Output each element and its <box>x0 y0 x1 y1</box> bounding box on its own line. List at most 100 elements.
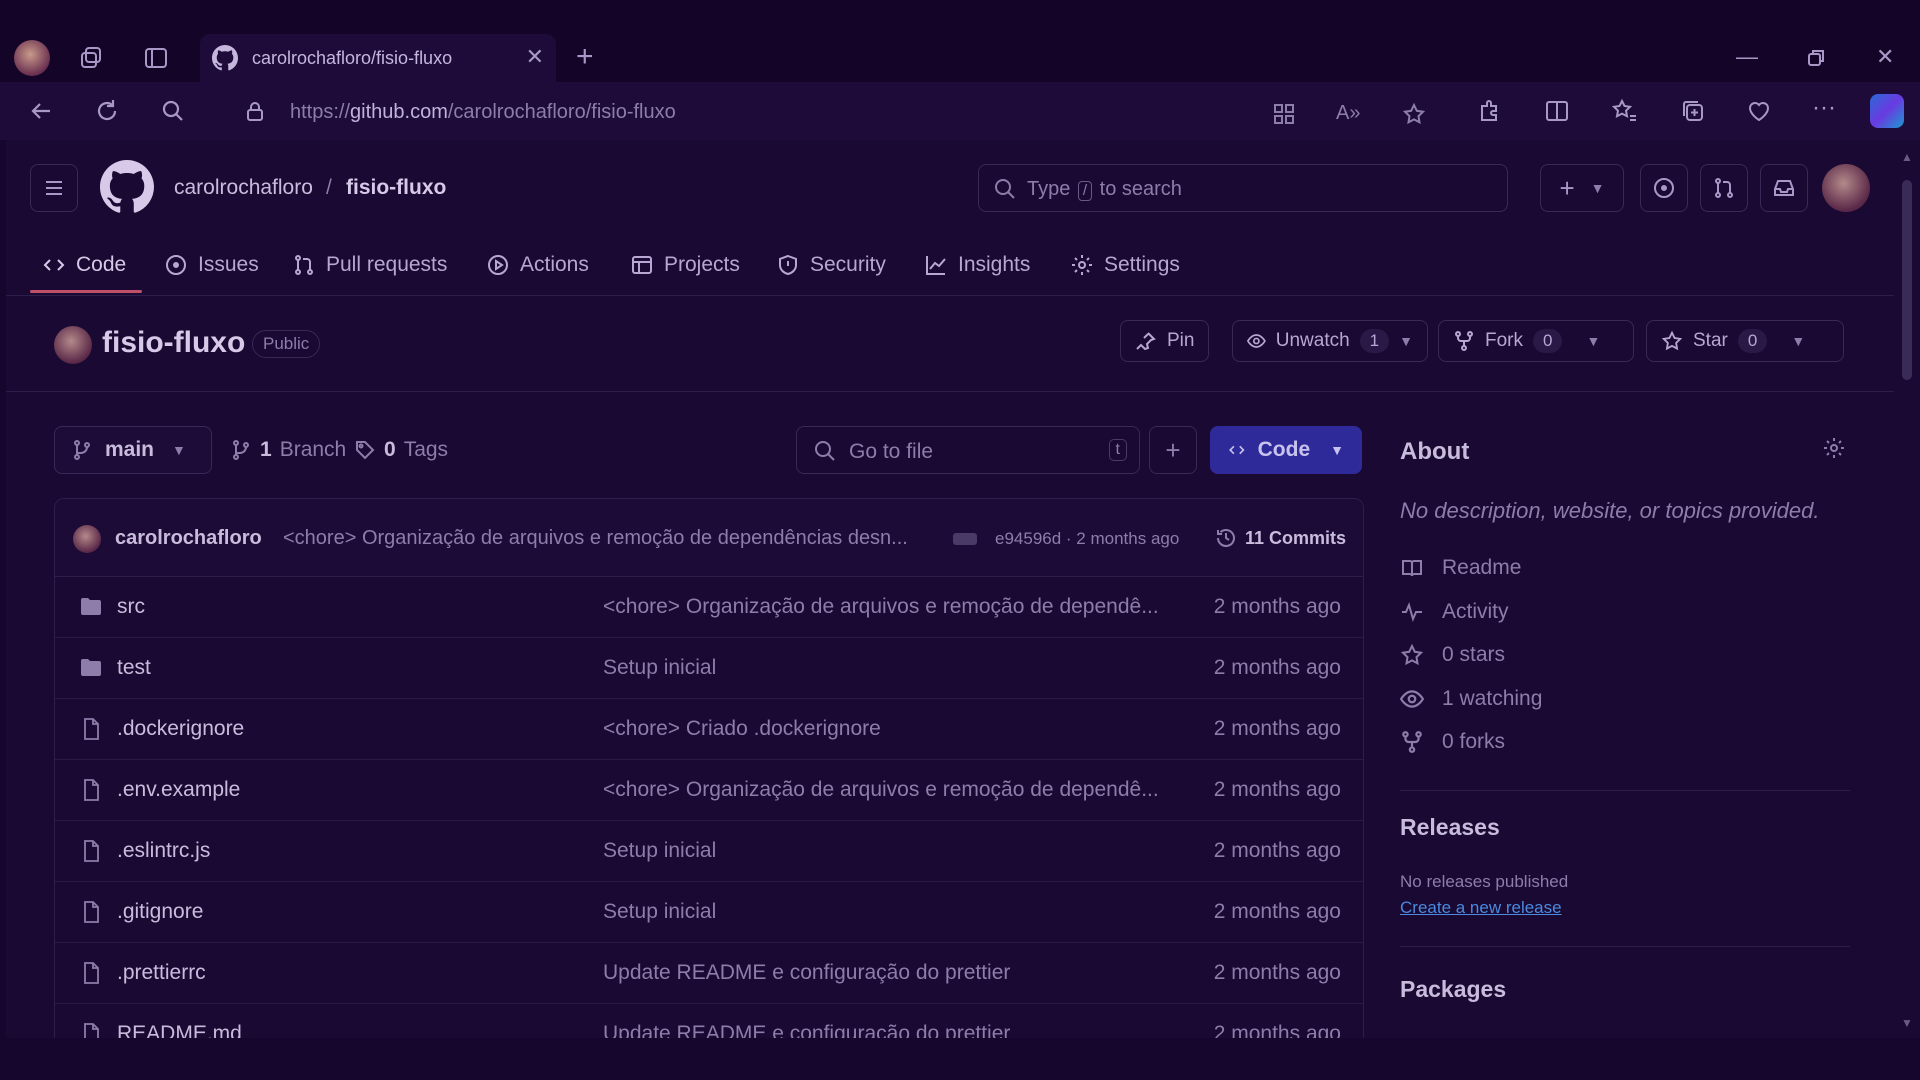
commit-sha-time[interactable]: e94596d · 2 months ago <box>995 529 1179 549</box>
favorite-star-icon[interactable] <box>1402 102 1426 126</box>
extensions-icon[interactable] <box>1474 96 1504 126</box>
profile-avatar[interactable] <box>14 40 50 76</box>
gear-icon <box>1072 255 1092 275</box>
forks-link[interactable]: 0 forks <box>1400 730 1505 754</box>
file-commit-message[interactable]: <chore> Organização de arquivos e remoçã… <box>603 778 1165 802</box>
file-commit-message[interactable]: <chore> Organização de arquivos e remoçã… <box>603 595 1165 619</box>
branch-selector[interactable]: main ▼ <box>54 426 212 474</box>
commit-author[interactable]: carolrochafloro <box>115 527 262 550</box>
search-icon[interactable] <box>158 96 188 126</box>
page-scrollbar[interactable]: ▲ ▼ <box>1894 140 1920 1038</box>
readme-link[interactable]: Readme <box>1400 556 1521 580</box>
file-name[interactable]: .eslintrc.js <box>117 839 210 863</box>
eye-icon <box>1247 334 1266 348</box>
file-name[interactable]: .dockerignore <box>117 717 244 741</box>
create-release-link[interactable]: Create a new release <box>1400 898 1562 918</box>
file-icon <box>79 1022 103 1038</box>
file-commit-message[interactable]: Setup inicial <box>603 839 1165 863</box>
user-avatar[interactable] <box>1822 164 1870 212</box>
fork-button[interactable]: Fork 0 ▼ <box>1438 320 1634 362</box>
tab-issues[interactable]: Issues <box>164 236 259 294</box>
file-commit-message[interactable]: Update README e configuração do prettier <box>603 961 1165 985</box>
refresh-icon[interactable] <box>92 96 122 126</box>
scroll-up-icon[interactable]: ▲ <box>1901 150 1913 164</box>
favorites-icon[interactable] <box>1610 96 1640 126</box>
file-name[interactable]: README.md <box>117 1022 242 1038</box>
app-available-icon[interactable] <box>1272 102 1296 126</box>
tags-link[interactable]: 0 Tags <box>354 438 448 462</box>
inbox-button[interactable] <box>1760 164 1808 212</box>
browser-tab[interactable]: carolrochafloro/fisio-fluxo ✕ <box>200 34 556 82</box>
file-commit-message[interactable]: Setup inicial <box>603 900 1165 924</box>
github-favicon-icon <box>212 45 238 71</box>
file-row[interactable]: src <chore> Organização de arquivos e rem… <box>55 577 1363 638</box>
file-name[interactable]: .env.example <box>117 778 240 802</box>
tab-actions[interactable]: Actions <box>486 236 589 294</box>
search-input[interactable]: Type / to search <box>978 164 1508 212</box>
breadcrumb-repo[interactable]: fisio-fluxo <box>346 176 446 200</box>
stars-link[interactable]: 0 stars <box>1400 643 1505 667</box>
unwatch-button[interactable]: Unwatch 1 ▼ <box>1232 320 1428 362</box>
expand-commit-message-icon[interactable] <box>953 533 977 545</box>
file-row[interactable]: .eslintrc.js Setup inicial 2 months ago <box>55 821 1363 882</box>
collections-icon[interactable] <box>1678 96 1708 126</box>
close-window-icon[interactable]: ✕ <box>1876 44 1894 70</box>
address-bar[interactable]: https://github.com/carolrochafloro/fisio… <box>220 88 1490 134</box>
file-name[interactable]: test <box>117 656 151 680</box>
repo-name[interactable]: fisio-fluxo <box>102 326 245 360</box>
tab-settings[interactable]: Settings <box>1070 236 1180 294</box>
tab-projects[interactable]: Projects <box>630 236 740 294</box>
file-row[interactable]: test Setup inicial 2 months ago <box>55 638 1363 699</box>
file-row[interactable]: .env.example <chore> Organização de arqui… <box>55 760 1363 821</box>
menu-button[interactable] <box>30 164 78 212</box>
file-commit-message[interactable]: Update README e configuração do prettier <box>603 1022 1165 1038</box>
releases-heading[interactable]: Releases <box>1400 814 1500 841</box>
watching-link[interactable]: 1 watching <box>1400 687 1542 711</box>
pull-requests-button[interactable] <box>1700 164 1748 212</box>
create-new-button[interactable]: + ▼ <box>1540 164 1624 212</box>
branch-icon <box>233 440 249 460</box>
read-aloud-icon[interactable]: A» <box>1336 102 1360 125</box>
activity-link[interactable]: Activity <box>1400 600 1509 624</box>
scroll-down-icon[interactable]: ▼ <box>1901 1016 1913 1030</box>
issues-button[interactable] <box>1640 164 1688 212</box>
commit-author-avatar[interactable] <box>73 525 101 553</box>
file-commit-message[interactable]: Setup inicial <box>603 656 1165 680</box>
add-file-button[interactable]: + <box>1149 426 1197 474</box>
split-screen-icon[interactable] <box>1542 96 1572 126</box>
packages-heading[interactable]: Packages <box>1400 976 1506 1003</box>
file-name[interactable]: src <box>117 595 145 619</box>
file-row[interactable]: .prettierrc Update README e configuração … <box>55 943 1363 1004</box>
tab-pull-requests[interactable]: Pull requests <box>292 236 447 294</box>
tab-insights[interactable]: Insights <box>924 236 1030 294</box>
back-icon[interactable] <box>26 96 56 126</box>
minimize-icon[interactable]: — <box>1736 44 1758 70</box>
branches-link[interactable]: 1 Branch <box>230 438 346 462</box>
github-logo-icon[interactable] <box>100 160 154 214</box>
new-tab-icon[interactable]: + <box>576 42 594 72</box>
code-dropdown-button[interactable]: Code ▼ <box>1210 426 1362 474</box>
tab-close-icon[interactable]: ✕ <box>526 46 544 68</box>
scrollbar-thumb[interactable] <box>1902 180 1912 380</box>
tab-actions-icon[interactable] <box>142 44 170 72</box>
file-row[interactable]: .gitignore Setup inicial 2 months ago <box>55 882 1363 943</box>
star-button[interactable]: Star 0 ▼ <box>1646 320 1844 362</box>
restore-icon[interactable] <box>1806 48 1826 68</box>
gear-icon[interactable] <box>1822 436 1846 460</box>
commit-message[interactable]: <chore> Organização de arquivos e remoçã… <box>283 527 935 550</box>
go-to-file-input[interactable]: Go to file t <box>796 426 1140 474</box>
tab-security[interactable]: Security <box>776 236 886 294</box>
file-name[interactable]: .gitignore <box>117 900 203 924</box>
file-name[interactable]: .prettierrc <box>117 961 206 985</box>
browser-essentials-icon[interactable] <box>1744 96 1774 126</box>
file-row[interactable]: .dockerignore <chore> Criado .dockerignor… <box>55 699 1363 760</box>
breadcrumb-owner[interactable]: carolrochafloro <box>174 176 313 200</box>
file-row[interactable]: README.md Update README e configuração do… <box>55 1004 1363 1038</box>
tab-code[interactable]: Code <box>42 236 126 294</box>
pin-button[interactable]: Pin <box>1120 320 1210 362</box>
more-options-icon[interactable]: ··· <box>1812 94 1842 124</box>
copilot-icon[interactable] <box>1870 94 1904 128</box>
workspaces-icon[interactable] <box>78 44 106 72</box>
commits-link[interactable]: 11 Commits <box>1215 527 1346 549</box>
file-commit-message[interactable]: <chore> Criado .dockerignore <box>603 717 1165 741</box>
